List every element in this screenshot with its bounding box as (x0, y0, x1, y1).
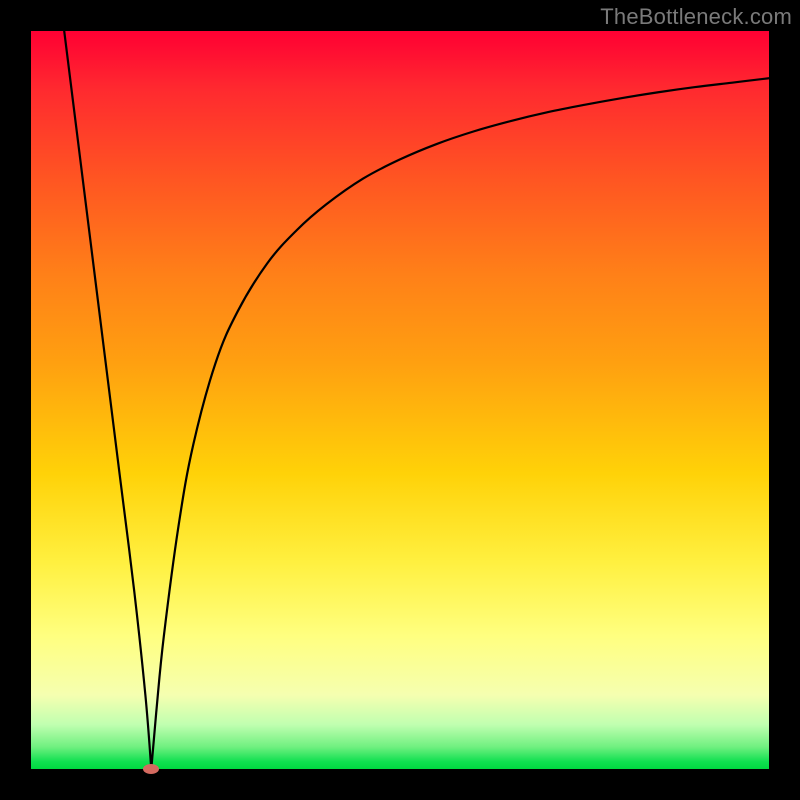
chart-frame: TheBottleneck.com (0, 0, 800, 800)
watermark-text: TheBottleneck.com (600, 4, 792, 30)
bottleneck-curve (31, 31, 769, 769)
plot-area (31, 31, 769, 769)
optimal-point-marker (143, 764, 159, 774)
curve-path (64, 31, 769, 769)
